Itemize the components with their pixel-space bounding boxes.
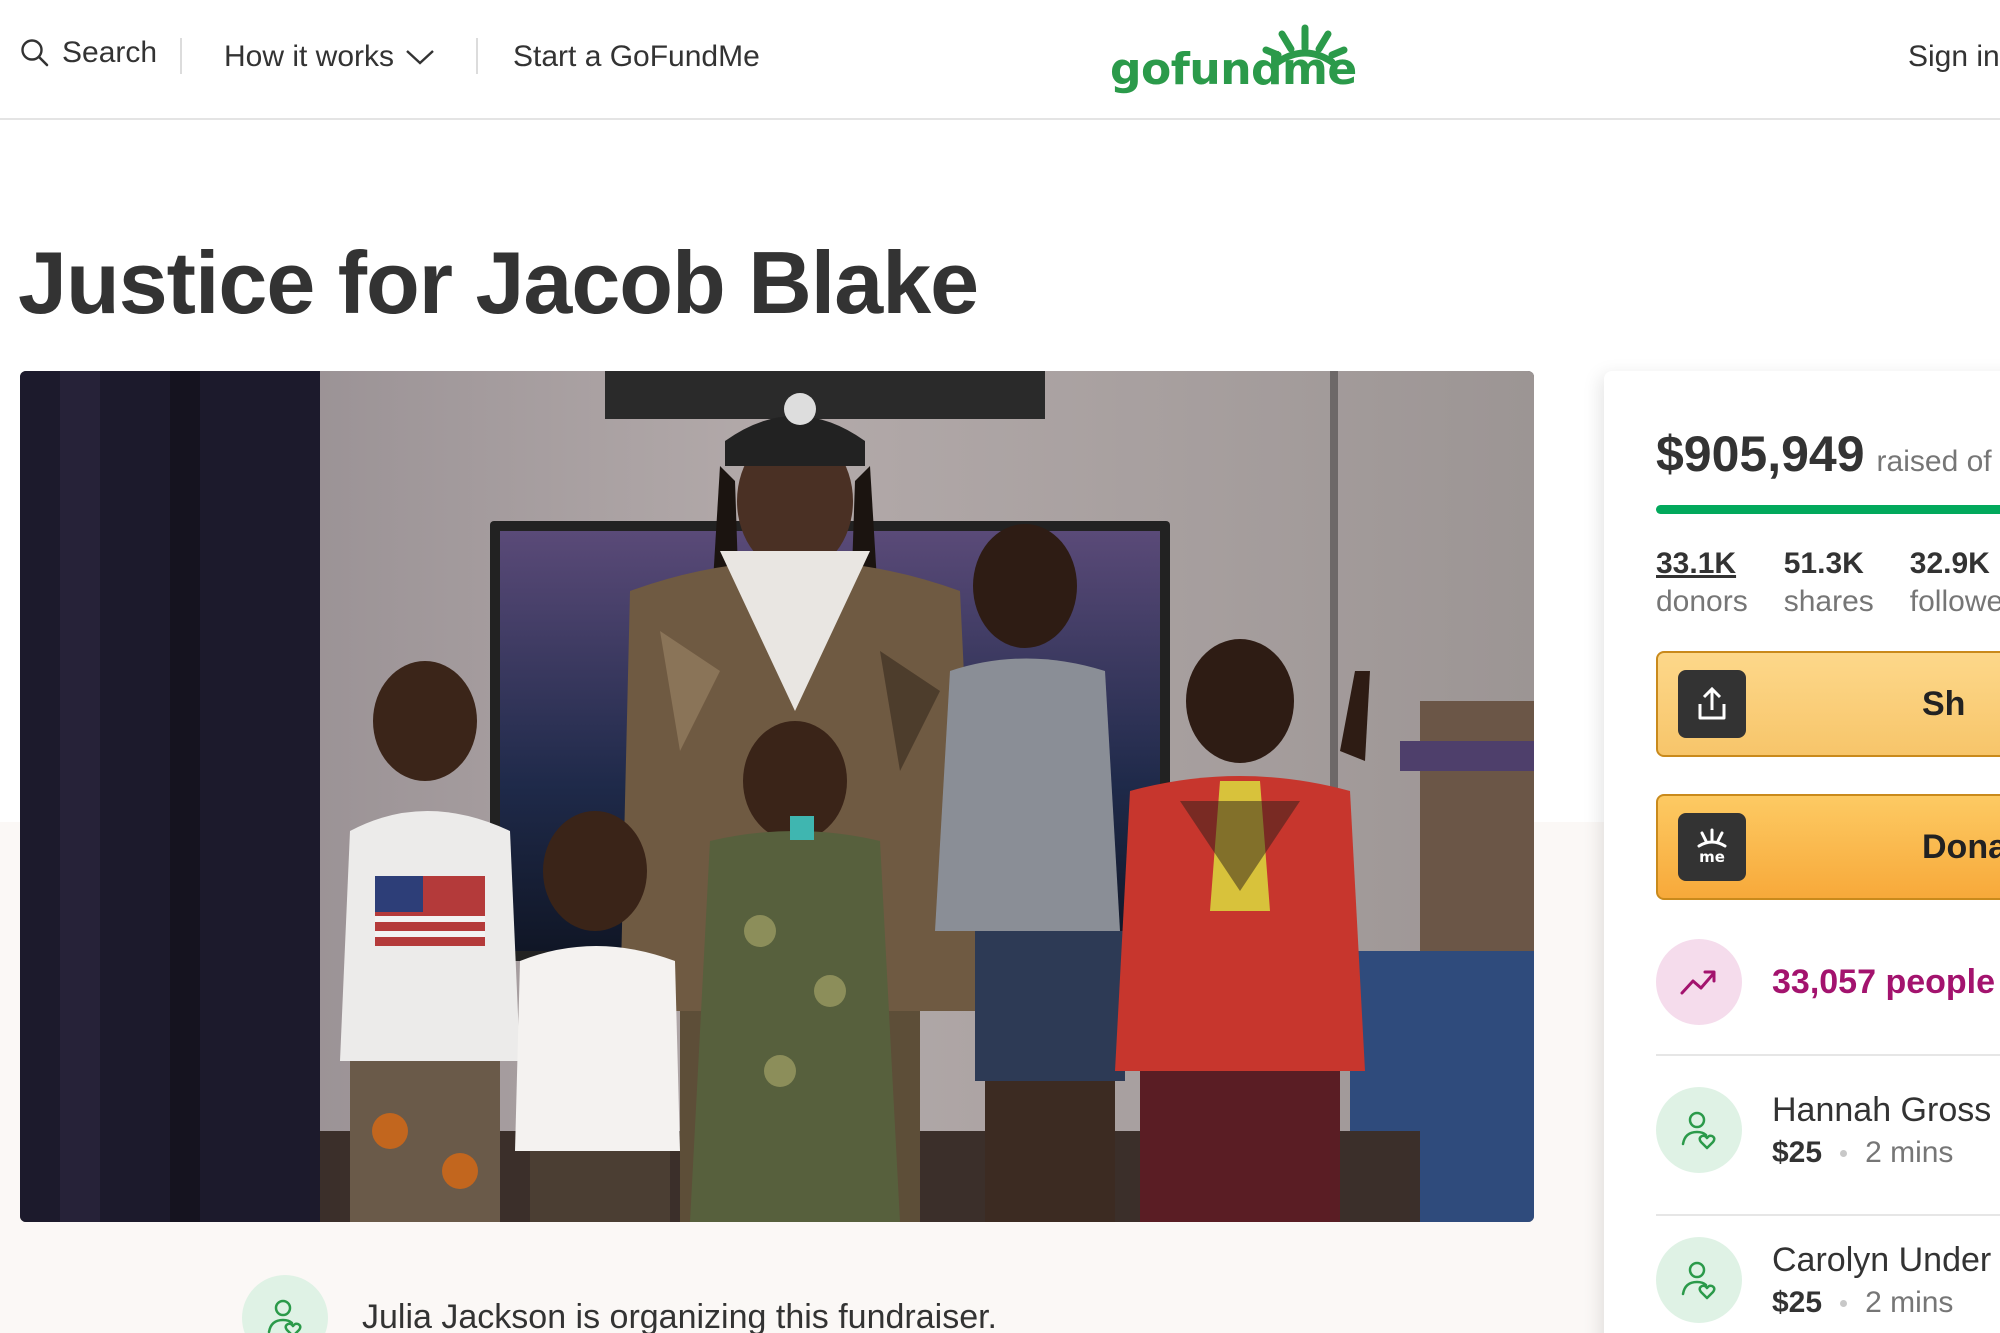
donor-info: Carolyn Under $25 2 mins: [1772, 1237, 1991, 1323]
donor-meta: $25 2 mins: [1772, 1136, 1991, 1170]
donor-meta: $25 2 mins: [1772, 1286, 1991, 1320]
nav-divider: [180, 38, 182, 74]
stat-value: 51.3K: [1783, 547, 1864, 580]
person-heart-icon: [1681, 1261, 1716, 1300]
share-button-label: Sh: [1922, 684, 1966, 723]
nav-divider: [476, 38, 478, 74]
organizer-text: Julia Jackson is organizing this fundrai…: [362, 1298, 997, 1333]
donation-amount: $25: [1772, 1286, 1823, 1319]
donate-button-label: Dona: [1922, 827, 2000, 866]
donate-icon-box: me: [1678, 813, 1746, 881]
donation-item: Carolyn Under $25 2 mins: [1656, 1237, 1991, 1323]
campaign-title: Justice for Jacob Blake: [18, 233, 979, 332]
campaign-stats: 33.1K donors 51.3K shares 32.9K followe: [1656, 547, 2000, 619]
stat-value: 33.1K: [1656, 547, 1737, 580]
sign-in-link[interactable]: Sign in: [1908, 40, 2000, 74]
stat-donors[interactable]: 33.1K donors: [1656, 547, 1748, 619]
donor-trend: 33,057 people: [1656, 939, 1995, 1025]
share-button[interactable]: Sh: [1656, 651, 2000, 757]
start-a-gofundme-link[interactable]: Start a GoFundMe: [513, 40, 760, 74]
family-photo-illustration: [20, 371, 1534, 1222]
raised-summary: $905,949 raised of: [1656, 425, 1992, 483]
trend-text: 33,057 people: [1772, 962, 1996, 1001]
search-icon: [21, 39, 49, 67]
donor-avatar: [1656, 1087, 1742, 1173]
stat-label: followe: [1909, 585, 2000, 618]
share-icon-box: [1678, 670, 1746, 738]
chevron-down-icon: [406, 50, 434, 65]
stat-value: 32.9K: [1909, 547, 1990, 580]
donor-name: Carolyn Under: [1772, 1241, 1992, 1279]
top-navigation-bar: Search How it works Start a GoFundMe gof…: [0, 0, 2000, 120]
divider: [1656, 1214, 2000, 1216]
progress-bar: [1656, 505, 2000, 514]
stat-label: donors: [1656, 585, 1748, 618]
raised-amount: $905,949: [1656, 426, 1865, 482]
gofundme-logo[interactable]: gofundme: [1110, 22, 1357, 102]
donate-button[interactable]: me Dona: [1656, 794, 2000, 900]
person-heart-icon: [1681, 1111, 1716, 1150]
search-label: Search: [62, 36, 158, 69]
stat-label: shares: [1783, 585, 1874, 618]
donation-time: 2 mins: [1865, 1136, 1954, 1169]
stat-followers: 32.9K followe: [1910, 547, 2000, 619]
how-it-works-label: How it works: [224, 40, 395, 73]
separator-dot: [1840, 1149, 1848, 1157]
donor-name: Hannah Gross: [1772, 1091, 1992, 1129]
divider: [1656, 1054, 2000, 1056]
search-link[interactable]: Search: [20, 36, 157, 70]
trend-icon-badge: [1656, 939, 1742, 1025]
how-it-works-menu[interactable]: How it works: [224, 40, 436, 74]
progress-fill: [1656, 505, 2000, 514]
raised-suffix: raised of: [1876, 445, 1992, 478]
donation-card: $905,949 raised of 33.1K donors 51.3K sh…: [1604, 371, 2000, 1333]
stat-shares: 51.3K shares: [1784, 547, 1874, 619]
donate-icon-text: me: [1699, 848, 1725, 866]
donor-avatar: [1656, 1237, 1742, 1323]
person-heart-icon: [267, 1299, 302, 1333]
trend-up-icon: [1680, 970, 1716, 995]
separator-dot: [1840, 1299, 1848, 1307]
donor-info: Hannah Gross $25 2 mins: [1772, 1087, 1991, 1173]
campaign-photo: [20, 371, 1534, 1222]
share-upload-icon: [1698, 686, 1726, 720]
gofundme-sprout-icon: me: [1697, 828, 1727, 866]
gofundme-sprout-icon: [1262, 24, 1348, 66]
donation-amount: $25: [1772, 1136, 1823, 1169]
donation-item: Hannah Gross $25 2 mins: [1656, 1087, 1991, 1173]
donation-time: 2 mins: [1865, 1286, 1954, 1319]
